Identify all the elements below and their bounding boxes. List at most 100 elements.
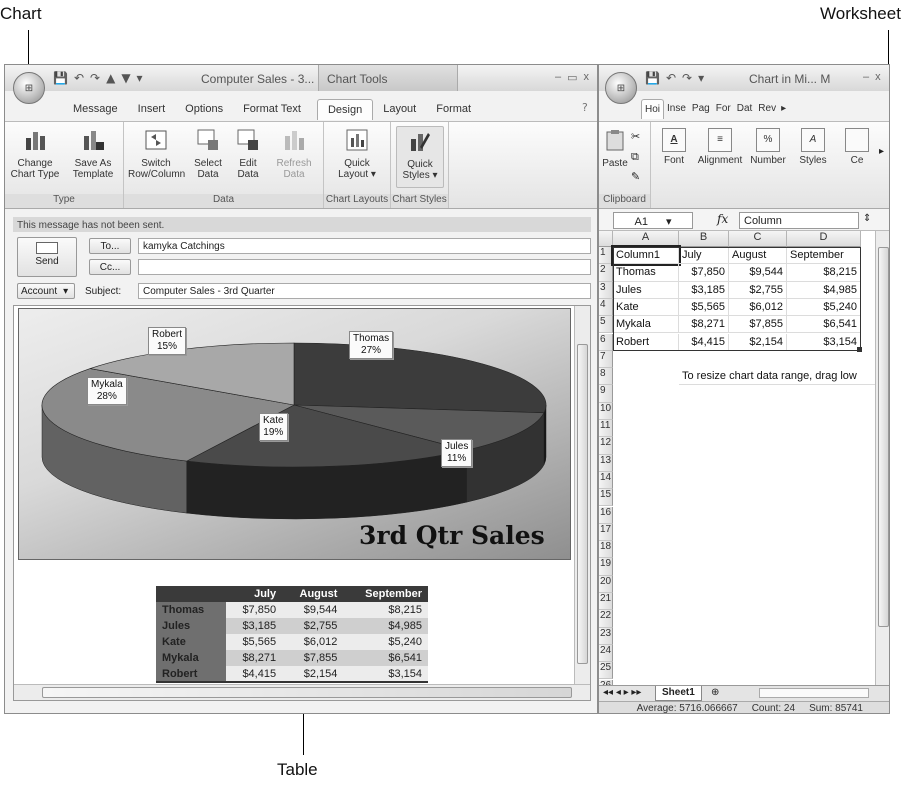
number-button[interactable]: % Number <box>747 128 789 166</box>
sheet-tab-sheet1[interactable]: Sheet1 <box>655 686 702 701</box>
row-header[interactable]: 6 <box>599 333 613 351</box>
tab-options[interactable]: Options <box>175 99 233 120</box>
worksheet-cell[interactable]: $9,544 <box>729 264 787 282</box>
row-header[interactable]: 15 <box>599 489 613 507</box>
undo-icon[interactable]: ↶ <box>74 71 84 85</box>
excel-office-button[interactable]: ⊞ <box>605 72 637 104</box>
row-header[interactable]: 4 <box>599 298 613 317</box>
account-button[interactable]: Account ▾ <box>17 283 75 299</box>
excel-tab-data[interactable]: Dat <box>734 99 756 119</box>
switch-row-column-button[interactable]: Switch Row/Column <box>128 128 185 180</box>
excel-undo-icon[interactable]: ↶ <box>666 71 676 85</box>
worksheet-cell[interactable]: $8,215 <box>787 264 861 282</box>
worksheet-cell[interactable]: $5,565 <box>679 298 729 317</box>
worksheet-cell[interactable]: $3,154 <box>787 333 861 351</box>
save-icon[interactable]: 💾 <box>53 71 68 85</box>
excel-redo-icon[interactable]: ↷ <box>682 71 692 85</box>
row-header[interactable]: 13 <box>599 454 613 472</box>
worksheet-cell[interactable]: $7,855 <box>729 316 787 334</box>
paste-button[interactable]: Paste <box>601 128 629 169</box>
excel-save-icon[interactable]: 💾 <box>645 71 660 85</box>
to-field[interactable]: kamyka Catchings <box>138 238 591 254</box>
row-header[interactable]: 8 <box>599 368 613 386</box>
customize-qat-icon[interactable]: ▾ <box>137 71 143 85</box>
worksheet-cell[interactable]: Thomas <box>613 264 679 282</box>
cut-icon[interactable]: ✂ <box>631 130 640 143</box>
row-header[interactable]: 10 <box>599 402 613 420</box>
worksheet-cell[interactable]: $6,541 <box>787 316 861 334</box>
excel-tab-review[interactable]: Rev <box>755 99 779 119</box>
help-icon[interactable]: ? <box>582 101 588 114</box>
office-button[interactable]: ⊞ <box>13 72 45 104</box>
alignment-button[interactable]: ≡ Alignment <box>695 128 745 166</box>
excel-tab-page-layout[interactable]: Pag <box>689 99 713 119</box>
worksheet-cell[interactable]: $6,012 <box>729 298 787 317</box>
sheet-nav-icon[interactable]: ◂◂ ◂ ▸ ▸▸ <box>603 687 641 698</box>
worksheet-cell[interactable]: Kate <box>613 298 679 317</box>
row-header[interactable]: 17 <box>599 523 613 542</box>
redo-icon[interactable]: ↷ <box>90 71 100 85</box>
tab-message[interactable]: Message <box>63 99 128 120</box>
worksheet-grid[interactable]: A B C D 1 2 3 4 5 6 7 8 9 10 11 12 13 14 15 16 17 18 19 20 21 22 2… <box>599 231 875 685</box>
excel-tab-home[interactable]: Hoi <box>641 99 665 119</box>
insert-sheet-icon[interactable]: ⊕ <box>711 687 719 698</box>
select-data-button[interactable]: Select Data <box>190 128 226 180</box>
horizontal-scroll-thumb[interactable] <box>42 687 572 698</box>
tab-design[interactable]: Design <box>316 99 374 120</box>
row-header[interactable]: 21 <box>599 593 613 611</box>
worksheet-cell[interactable]: $3,185 <box>679 281 729 299</box>
excel-tab-insert[interactable]: Inse <box>664 99 689 119</box>
worksheet-cell[interactable]: Jules <box>613 281 679 299</box>
worksheet-cell[interactable]: Column1 <box>611 244 681 267</box>
row-header[interactable]: 9 <box>599 385 613 403</box>
row-header[interactable]: 22 <box>599 610 613 628</box>
to-button[interactable]: To... <box>89 238 131 254</box>
row-header[interactable]: 23 <box>599 627 613 645</box>
save-as-template-button[interactable]: Save As Template <box>65 128 121 180</box>
worksheet-cell[interactable]: $7,850 <box>679 264 729 282</box>
row-header[interactable]: 3 <box>599 281 613 299</box>
change-chart-type-button[interactable]: Change Chart Type <box>9 128 61 180</box>
fx-icon[interactable]: fx <box>717 212 728 226</box>
worksheet-cell[interactable]: $2,154 <box>729 333 787 351</box>
worksheet-cell[interactable]: $4,415 <box>679 333 729 351</box>
worksheet-cell[interactable]: July <box>679 247 729 265</box>
minimize-icon[interactable]: – <box>555 71 561 84</box>
subject-field[interactable]: Computer Sales - 3rd Quarter <box>138 283 591 299</box>
row-header[interactable]: 11 <box>599 420 613 438</box>
vertical-scroll-thumb[interactable] <box>577 344 588 664</box>
row-header[interactable]: 20 <box>599 575 613 593</box>
quick-styles-button[interactable]: Quick Styles ▾ <box>396 126 444 188</box>
column-header-b[interactable]: B <box>679 231 729 247</box>
excel-close-icon[interactable]: x <box>875 71 881 83</box>
worksheet-cell[interactable]: $5,240 <box>787 298 861 317</box>
pie-slice-thomas[interactable] <box>293 342 547 414</box>
worksheet-cell[interactable]: August <box>729 247 787 265</box>
vertical-scrollbar[interactable] <box>574 306 590 684</box>
quick-layout-button[interactable]: Quick Layout ▾ <box>332 128 382 180</box>
row-header[interactable]: 5 <box>599 316 613 334</box>
expand-formula-bar-icon[interactable]: ⇕ <box>863 213 871 224</box>
name-box[interactable]: A1 ▾ <box>613 212 693 229</box>
row-header[interactable]: 2 <box>599 264 613 282</box>
send-button[interactable]: Send <box>17 237 77 277</box>
ribbon-scroll-right-icon[interactable]: ▸ <box>879 146 884 157</box>
excel-vertical-scroll-thumb[interactable] <box>878 247 889 627</box>
row-header[interactable]: 1 <box>599 247 613 265</box>
select-all-corner[interactable] <box>599 231 613 247</box>
row-header[interactable]: 25 <box>599 662 613 680</box>
column-header-c[interactable]: C <box>729 231 787 247</box>
refresh-data-button[interactable]: Refresh Data <box>272 128 316 180</box>
formula-input[interactable]: Column <box>739 212 859 229</box>
horizontal-scrollbar[interactable] <box>14 684 590 700</box>
up-arrow-icon[interactable]: ▲ <box>106 71 115 85</box>
row-header[interactable]: 19 <box>599 558 613 576</box>
column-header-d[interactable]: D <box>787 231 861 247</box>
excel-tab-formulas[interactable]: For <box>713 99 734 119</box>
tab-insert[interactable]: Insert <box>128 99 176 120</box>
down-arrow-icon[interactable]: ▼ <box>121 71 130 85</box>
worksheet-cell[interactable]: Mykala <box>613 316 679 334</box>
worksheet-cell[interactable]: Robert <box>613 333 679 351</box>
edit-data-button[interactable]: Edit Data <box>230 128 266 180</box>
font-button[interactable]: A Font <box>657 128 691 166</box>
